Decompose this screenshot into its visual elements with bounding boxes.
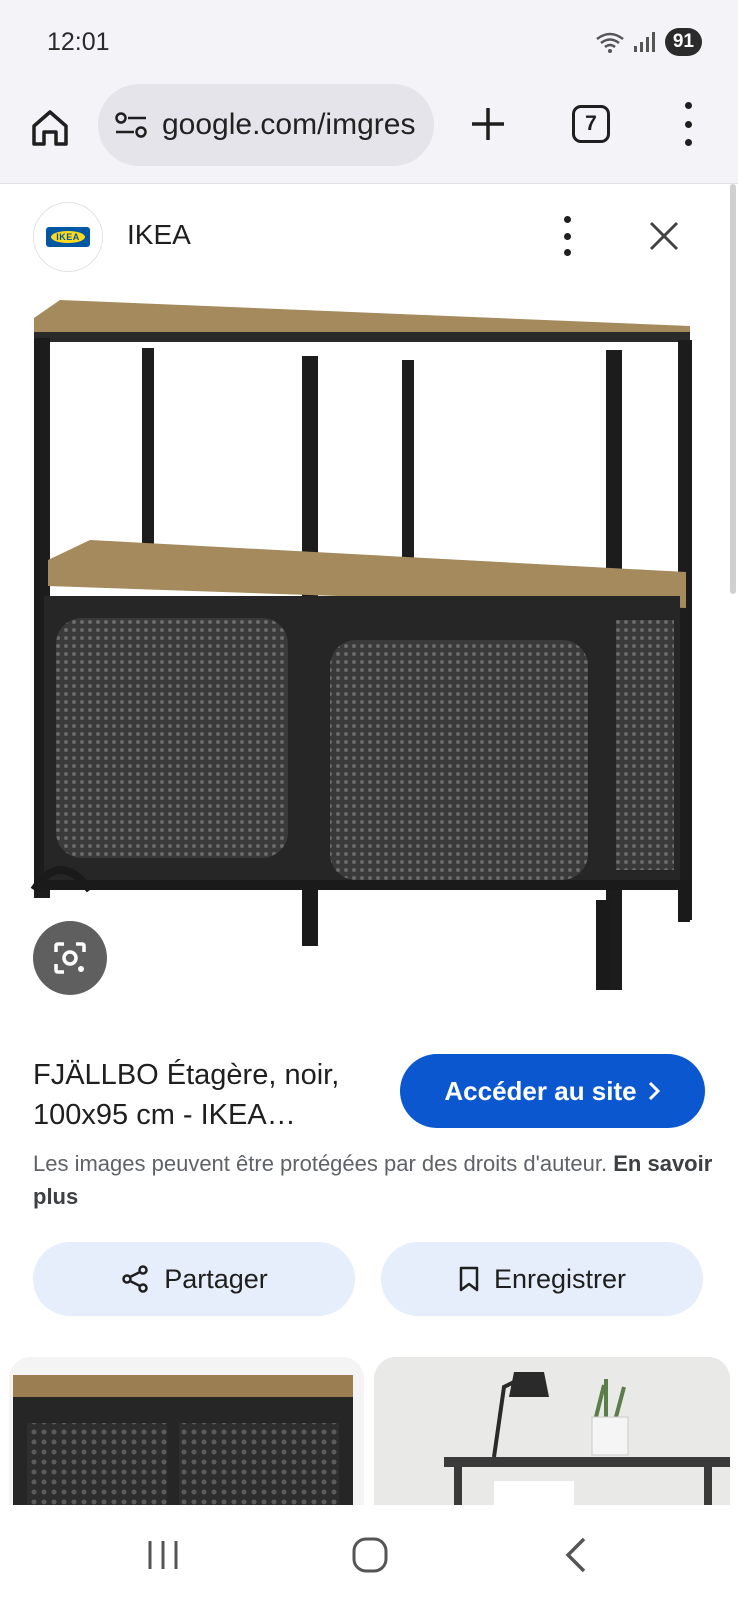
system-nav-bar <box>0 1505 738 1600</box>
copyright-text: Les images peuvent être protégées par de… <box>33 1151 608 1176</box>
signal-icon <box>633 32 655 52</box>
wifi-icon <box>596 32 624 53</box>
status-icons: 91 <box>595 28 702 56</box>
site-settings-icon[interactable] <box>114 111 148 139</box>
related-image[interactable] <box>374 1357 730 1505</box>
product-title[interactable]: FJÄLLBO Étagère, noir, 100x95 cm - IKEA… <box>33 1055 383 1135</box>
visit-site-label: Accéder au site <box>444 1075 637 1106</box>
browser-menu-icon[interactable] <box>676 102 700 146</box>
scrollbar[interactable] <box>730 184 736 594</box>
copyright-notice: Les images peuvent être protégées par de… <box>33 1147 713 1213</box>
save-label: Enregistrer <box>493 1263 627 1294</box>
google-lens-button[interactable] <box>33 921 107 995</box>
source-logo[interactable]: IKEA <box>33 202 103 272</box>
status-bar: 12:01 91 <box>0 0 738 84</box>
chevron-right-icon <box>648 1081 660 1101</box>
visit-site-button[interactable]: Accéder au site <box>400 1054 705 1128</box>
share-icon <box>122 1265 148 1293</box>
close-icon[interactable] <box>646 218 682 254</box>
status-time: 12:01 <box>47 28 110 56</box>
related-image[interactable] <box>9 1357 364 1505</box>
home-icon[interactable] <box>28 106 72 150</box>
battery-icon: 91 <box>664 28 702 56</box>
more-options-icon[interactable] <box>560 216 574 256</box>
recent-apps-icon[interactable] <box>146 1538 180 1572</box>
related-image-room <box>374 1357 730 1505</box>
related-image-shelf <box>9 1357 364 1505</box>
home-nav-icon[interactable] <box>351 1536 389 1574</box>
product-image[interactable] <box>30 290 710 1020</box>
new-tab-icon[interactable] <box>468 104 508 144</box>
source-name[interactable]: IKEA <box>127 219 191 251</box>
lens-icon <box>54 942 86 974</box>
url-text[interactable]: google.com/imgres <box>162 108 415 142</box>
share-button[interactable]: Partager <box>33 1242 355 1316</box>
tab-switcher-button[interactable]: 7 <box>572 105 610 143</box>
ikea-logo: IKEA <box>46 227 90 247</box>
address-bar[interactable]: google.com/imgres <box>98 84 434 166</box>
share-label: Partager <box>164 1263 268 1294</box>
browser-toolbar: google.com/imgres 7 <box>0 84 738 184</box>
bookmark-icon <box>459 1266 479 1292</box>
save-button[interactable]: Enregistrer <box>381 1242 703 1316</box>
back-icon[interactable] <box>562 1536 588 1574</box>
